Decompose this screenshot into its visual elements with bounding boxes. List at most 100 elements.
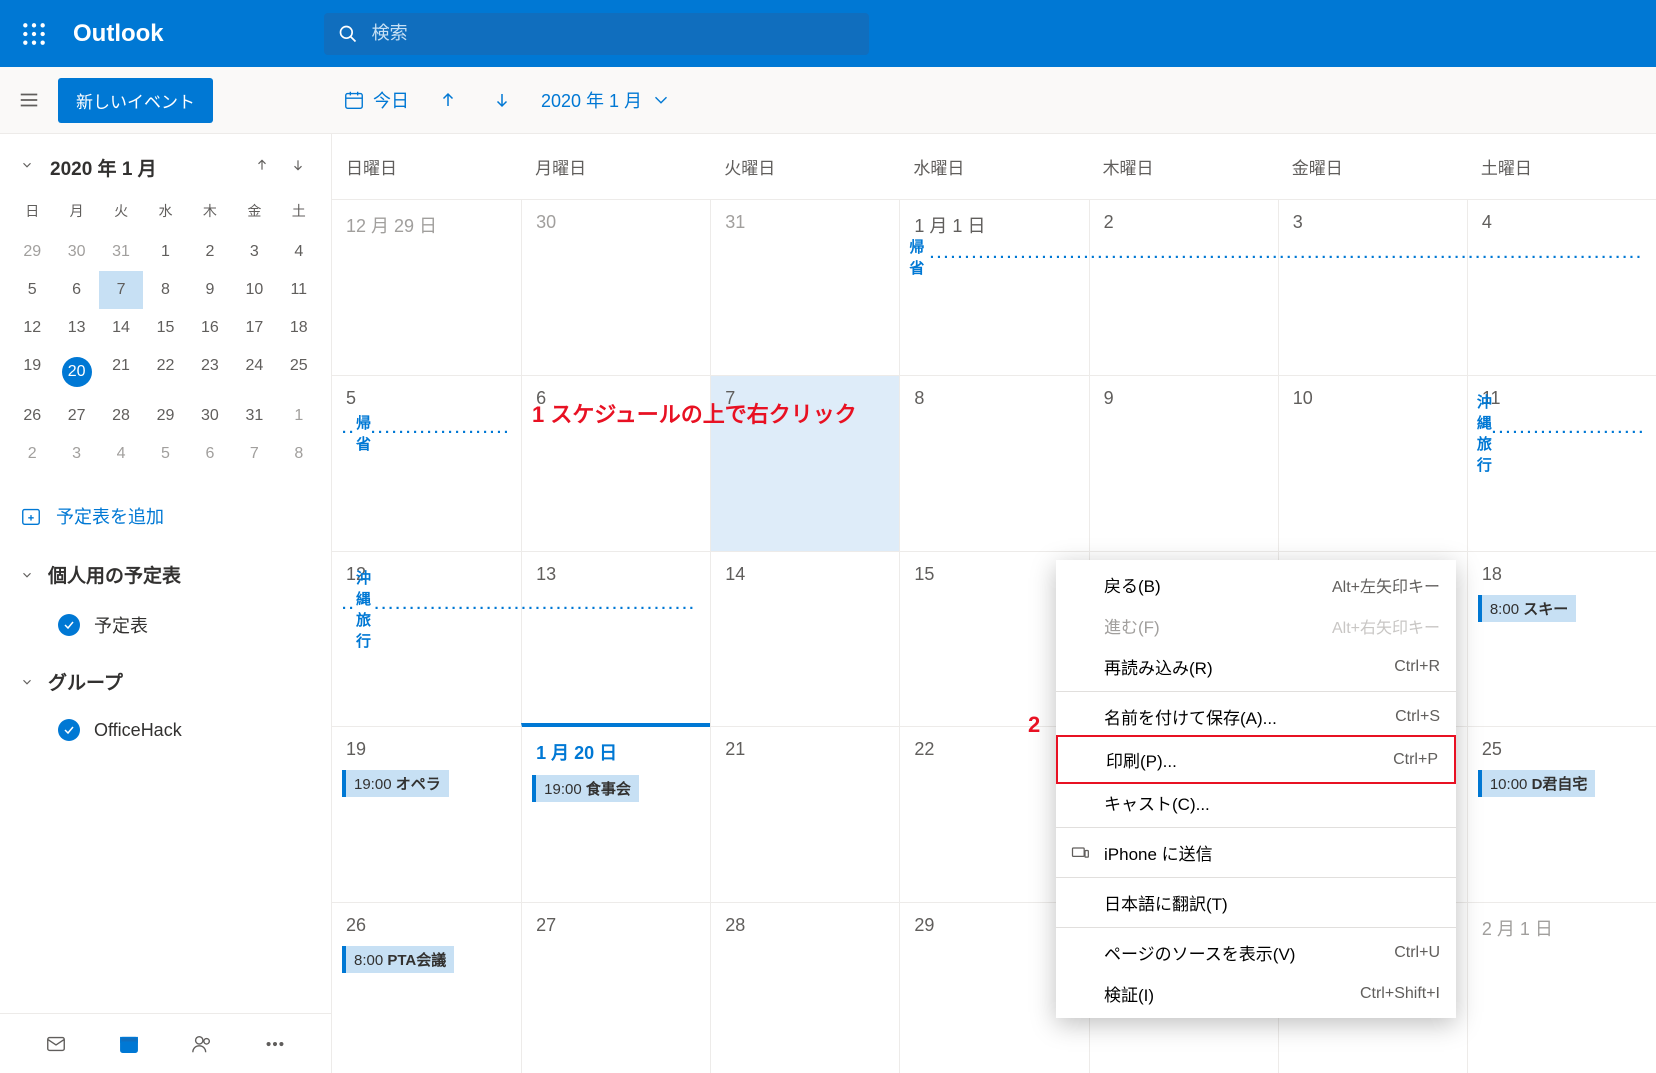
minical-day[interactable]: 21	[99, 347, 143, 397]
minical-day[interactable]: 8	[143, 271, 187, 309]
calendar-day-cell[interactable]: 12 月 29 日	[332, 200, 521, 375]
minical-day[interactable]: 5	[143, 435, 187, 473]
minical-day[interactable]: 14	[99, 309, 143, 347]
search-box[interactable]	[324, 13, 869, 55]
mail-module-button[interactable]	[36, 1024, 76, 1064]
calendar-day-cell[interactable]: 14	[710, 552, 899, 727]
prev-period-button[interactable]	[433, 85, 463, 115]
minical-prev-button[interactable]	[255, 158, 275, 177]
minical-day[interactable]: 12	[10, 309, 54, 347]
calendar-checkbox[interactable]	[58, 719, 80, 741]
app-launcher-button[interactable]	[0, 0, 67, 67]
minical-day[interactable]: 3	[54, 435, 98, 473]
calendar-day-cell[interactable]: 5	[332, 376, 521, 551]
calendar-day-cell[interactable]: 4	[1467, 200, 1656, 375]
context-menu-item[interactable]: 検証(I)Ctrl+Shift+I	[1056, 973, 1456, 1014]
calendar-day-cell[interactable]: 188:00 スキー	[1467, 552, 1656, 727]
minical-day[interactable]: 8	[277, 435, 321, 473]
context-menu-item[interactable]: 再読み込み(R)Ctrl+R	[1056, 646, 1456, 687]
minical-day[interactable]: 31	[99, 233, 143, 271]
minical-day[interactable]: 28	[99, 397, 143, 435]
minical-day[interactable]: 4	[277, 233, 321, 271]
minical-day[interactable]: 29	[143, 397, 187, 435]
calendar-module-button[interactable]	[109, 1024, 149, 1064]
calendar-day-cell[interactable]: 27	[521, 903, 710, 1073]
minical-day[interactable]: 7	[232, 435, 276, 473]
minical-day[interactable]: 29	[10, 233, 54, 271]
minical-day[interactable]: 1	[143, 233, 187, 271]
minical-day[interactable]: 6	[188, 435, 232, 473]
minical-day[interactable]: 27	[54, 397, 98, 435]
calendar-day-cell[interactable]: 21	[710, 727, 899, 902]
event-block[interactable]: 8:00 PTA会議	[342, 946, 454, 973]
calendar-day-cell[interactable]: 28	[710, 903, 899, 1073]
minical-next-button[interactable]	[291, 158, 311, 177]
minical-day[interactable]: 11	[277, 271, 321, 309]
minical-day[interactable]: 19	[10, 347, 54, 397]
calendar-day-cell[interactable]: 1 月 20 日19:00 食事会	[521, 723, 710, 902]
next-period-button[interactable]	[487, 85, 517, 115]
calendar-day-cell[interactable]: 1919:00 オペラ	[332, 727, 521, 902]
calendar-day-cell[interactable]: 13	[521, 552, 710, 727]
new-event-button[interactable]: 新しいイベント	[58, 78, 213, 123]
minical-day[interactable]: 2	[10, 435, 54, 473]
context-menu-item[interactable]: 日本語に翻訳(T)	[1056, 882, 1456, 923]
calendar-day-cell[interactable]: 11	[1467, 376, 1656, 551]
section-personal-calendars[interactable]: 個人用の予定表	[0, 543, 331, 600]
minical-day[interactable]: 22	[143, 347, 187, 397]
people-module-button[interactable]	[182, 1024, 222, 1064]
minical-collapse-button[interactable]	[20, 158, 40, 177]
search-input[interactable]	[372, 23, 855, 44]
calendar-day-cell[interactable]: 1 月 1 日	[899, 200, 1088, 375]
minical-day[interactable]: 24	[232, 347, 276, 397]
minical-day[interactable]: 31	[232, 397, 276, 435]
minical-day[interactable]: 2	[188, 233, 232, 271]
minical-day[interactable]: 20	[54, 347, 98, 397]
minical-day[interactable]: 10	[232, 271, 276, 309]
calendar-item-officehack[interactable]: OfficeHack	[0, 707, 331, 753]
event-span[interactable]: 帰省	[909, 245, 1646, 269]
calendar-day-cell[interactable]: 9	[1089, 376, 1278, 551]
context-menu-item[interactable]: 戻る(B)Alt+左矢印キー	[1056, 564, 1456, 605]
calendar-day-cell[interactable]: 6	[521, 376, 710, 551]
nav-toggle-button[interactable]	[0, 89, 58, 111]
minical-day[interactable]: 23	[188, 347, 232, 397]
section-groups[interactable]: グループ	[0, 650, 331, 707]
minical-day[interactable]: 3	[232, 233, 276, 271]
calendar-day-cell[interactable]: 3	[1278, 200, 1467, 375]
event-block[interactable]: 8:00 スキー	[1478, 595, 1576, 622]
minical-day[interactable]: 30	[54, 233, 98, 271]
event-span[interactable]: 沖縄旅行	[1477, 421, 1646, 445]
more-modules-button[interactable]	[255, 1024, 295, 1064]
context-menu-item[interactable]: 印刷(P)...Ctrl+P	[1056, 735, 1456, 784]
calendar-day-cell[interactable]: 8	[899, 376, 1088, 551]
month-picker-button[interactable]: 2020 年 1 月	[541, 87, 672, 113]
calendar-day-cell[interactable]: 2 月 1 日	[1467, 903, 1656, 1073]
calendar-day-cell[interactable]: 268:00 PTA会議	[332, 903, 521, 1073]
event-block[interactable]: 19:00 食事会	[532, 775, 639, 802]
minical-day[interactable]: 6	[54, 271, 98, 309]
minical-day[interactable]: 9	[188, 271, 232, 309]
minical-day[interactable]: 25	[277, 347, 321, 397]
context-menu-item[interactable]: キャスト(C)...	[1056, 782, 1456, 823]
context-menu-item[interactable]: ページのソースを表示(V)Ctrl+U	[1056, 932, 1456, 973]
calendar-checkbox[interactable]	[58, 614, 80, 636]
calendar-day-cell[interactable]: 10	[1278, 376, 1467, 551]
today-button[interactable]: 今日	[343, 87, 409, 113]
minical-day[interactable]: 30	[188, 397, 232, 435]
minical-day[interactable]: 5	[10, 271, 54, 309]
calendar-day-cell[interactable]: 2	[1089, 200, 1278, 375]
add-calendar-button[interactable]: 予定表を追加	[0, 489, 331, 543]
context-menu-item[interactable]: iPhone に送信	[1056, 832, 1456, 873]
event-span[interactable]: ··帰省	[342, 421, 511, 445]
minical-day[interactable]: 13	[54, 309, 98, 347]
event-span[interactable]: ··沖縄旅行	[342, 597, 700, 621]
minical-day[interactable]: 26	[10, 397, 54, 435]
minical-day[interactable]: 1	[277, 397, 321, 435]
minical-day[interactable]: 15	[143, 309, 187, 347]
calendar-item-default[interactable]: 予定表	[0, 600, 331, 650]
calendar-day-cell[interactable]: 2510:00 D君自宅	[1467, 727, 1656, 902]
minical-day[interactable]: 18	[277, 309, 321, 347]
context-menu-item[interactable]: 名前を付けて保存(A)...Ctrl+S	[1056, 696, 1456, 737]
minical-day[interactable]: 7	[99, 271, 143, 309]
